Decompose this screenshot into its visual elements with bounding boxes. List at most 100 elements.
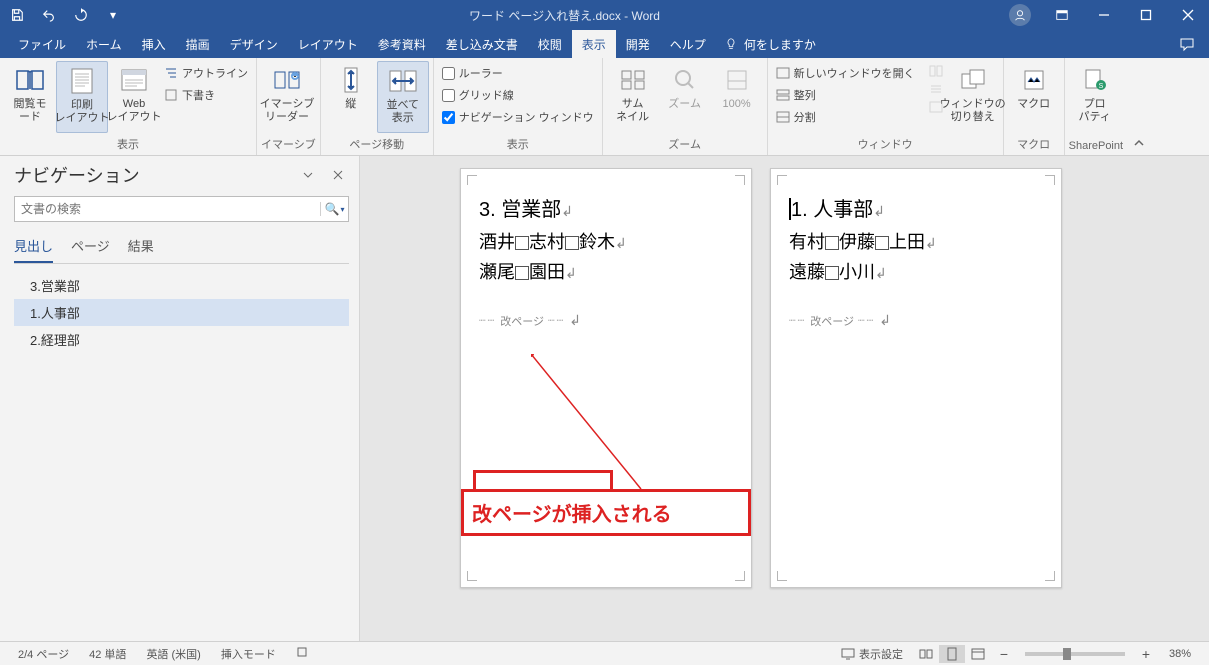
web-layout-icon	[118, 64, 150, 96]
page-2[interactable]: 1. 人事部↲ 有村伊藤上田↲ 遠藤小川↲ ┈┈改ページ┈┈ ↲	[770, 168, 1062, 588]
split-icon	[776, 111, 790, 123]
side-by-side-button[interactable]: 並べて 表示	[377, 61, 429, 133]
close-button[interactable]	[1173, 0, 1203, 30]
nav-search-input[interactable]	[15, 202, 320, 216]
gridlines-label: グリッド線	[459, 87, 514, 103]
customize-qa-icon[interactable]: ▾	[102, 4, 124, 26]
status-insert-mode[interactable]: 挿入モード	[211, 646, 286, 662]
page-1[interactable]: 3. 営業部↲ 酒井志村鈴木↲ 瀬尾園田↲ ┈┈改ページ┈┈ ↲ 改ページが挿入…	[460, 168, 752, 588]
nav-search-button[interactable]: 🔍▾	[320, 202, 348, 216]
tab-references[interactable]: 参考資料	[368, 30, 436, 58]
window-title: ワード ページ入れ替え.docx - Word	[124, 7, 1005, 24]
zoom-label: ズーム	[668, 98, 701, 111]
nav-title: ナビゲーション	[14, 162, 297, 188]
print-layout-button[interactable]: 印刷 レイアウト	[56, 61, 108, 133]
nav-dropdown-icon[interactable]	[297, 164, 319, 186]
vertical-button[interactable]: 縦	[325, 61, 377, 133]
navigation-pane-checkbox[interactable]: ナビゲーション ウィンドウ	[438, 107, 598, 127]
ribbon-display-icon[interactable]	[1047, 0, 1077, 30]
nav-tab-headings[interactable]: 見出し	[14, 232, 53, 263]
tab-layout[interactable]: レイアウト	[288, 30, 368, 58]
nav-item[interactable]: 3.営業部	[14, 272, 349, 299]
split-label: 分割	[794, 109, 816, 125]
ruler-checkbox[interactable]: ルーラー	[438, 63, 598, 83]
draft-button[interactable]: 下書き	[160, 85, 252, 105]
minimize-button[interactable]	[1089, 0, 1119, 30]
nav-close-icon[interactable]	[327, 164, 349, 186]
thumbnails-label: サム ネイル	[616, 98, 649, 124]
tab-file[interactable]: ファイル	[8, 30, 76, 58]
hundred-percent-button[interactable]: 100%	[711, 61, 763, 133]
read-mode-label: 閲覧モード	[10, 98, 50, 124]
immersive-reader-label: イマーシブ リーダー	[260, 98, 315, 124]
page1-line1: 酒井志村鈴木↲	[479, 228, 733, 254]
macros-group-label: マクロ	[1008, 134, 1060, 155]
thumbnails-button[interactable]: サム ネイル	[607, 61, 659, 133]
nav-tab-pages[interactable]: ページ	[71, 232, 110, 263]
properties-button[interactable]: S プロ パティ	[1069, 61, 1121, 133]
immersive-reader-icon	[271, 64, 303, 96]
vs-1	[925, 63, 947, 79]
collapse-ribbon-button[interactable]	[1127, 58, 1151, 155]
maximize-button[interactable]	[1131, 0, 1161, 30]
ribbon-group-show: ルーラー グリッド線 ナビゲーション ウィンドウ 表示	[434, 58, 603, 155]
views-group-label: 表示	[4, 134, 252, 155]
macro-record-icon[interactable]	[286, 646, 318, 661]
status-page[interactable]: 2/4 ページ	[8, 646, 79, 662]
nav-item[interactable]: 1.人事部	[14, 299, 349, 326]
read-mode-icon	[14, 64, 46, 96]
tab-help[interactable]: ヘルプ	[660, 30, 716, 58]
zoom-percent[interactable]: 38%	[1159, 648, 1201, 660]
zoom-out-button[interactable]: −	[991, 645, 1017, 663]
comments-icon[interactable]	[1173, 36, 1201, 52]
zoom-button[interactable]: ズーム	[659, 61, 711, 133]
view-web-icon[interactable]	[965, 645, 991, 663]
immersive-reader-button[interactable]: イマーシブ リーダー	[261, 61, 313, 133]
split-button[interactable]: 分割	[772, 107, 919, 127]
page1-heading: 3. 営業部↲	[479, 193, 733, 222]
nav-item[interactable]: 2.経理部	[14, 326, 349, 353]
vertical-label: 縦	[345, 98, 356, 111]
status-language[interactable]: 英語 (米国)	[136, 646, 210, 662]
tab-developer[interactable]: 開発	[616, 30, 660, 58]
work-area: ナビゲーション 🔍▾ 見出し ページ 結果 3.営業部 1.人事部 2.経理部 …	[0, 156, 1209, 641]
tell-me-input[interactable]: 何をしますか	[724, 36, 816, 53]
tab-view[interactable]: 表示	[572, 30, 616, 58]
display-settings[interactable]: 表示設定	[831, 646, 913, 662]
status-words[interactable]: 42 単語	[79, 646, 136, 662]
read-mode-button[interactable]: 閲覧モード	[4, 61, 56, 133]
page-move-group-label: ページ移動	[325, 134, 429, 155]
outline-button[interactable]: アウトライン	[160, 63, 252, 83]
window-controls	[1005, 0, 1203, 30]
zoom-slider[interactable]	[1025, 652, 1125, 656]
redo-icon[interactable]	[70, 4, 92, 26]
page-break-marker: ┈┈改ページ┈┈ ↲	[789, 312, 1043, 329]
new-window-label: 新しいウィンドウを開く	[794, 65, 915, 81]
tab-draw[interactable]: 描画	[176, 30, 220, 58]
side-by-side-icon	[387, 65, 419, 97]
undo-icon[interactable]	[38, 4, 60, 26]
nav-search: 🔍▾	[14, 196, 349, 222]
nav-tab-results[interactable]: 結果	[128, 232, 154, 263]
gridlines-checkbox[interactable]: グリッド線	[438, 85, 598, 105]
page1-line2: 瀬尾園田↲	[479, 258, 733, 284]
tab-insert[interactable]: 挿入	[132, 30, 176, 58]
tab-mailings[interactable]: 差し込み文書	[436, 30, 528, 58]
view-print-icon[interactable]	[939, 645, 965, 663]
zoom-icon	[669, 64, 701, 96]
document-canvas[interactable]: 3. 営業部↲ 酒井志村鈴木↲ 瀬尾園田↲ ┈┈改ページ┈┈ ↲ 改ページが挿入…	[360, 156, 1209, 641]
web-layout-button[interactable]: Web レイアウト	[108, 61, 160, 133]
switch-windows-button[interactable]: ウィンドウの 切り替え	[947, 61, 999, 133]
tab-review[interactable]: 校閲	[528, 30, 572, 58]
save-icon[interactable]	[6, 4, 28, 26]
arrange-icon	[776, 89, 790, 101]
macros-button[interactable]: マクロ	[1008, 61, 1060, 133]
zoom-in-button[interactable]: +	[1133, 645, 1159, 663]
new-window-button[interactable]: 新しいウィンドウを開く	[772, 63, 919, 83]
new-window-icon	[776, 67, 790, 79]
tab-design[interactable]: デザイン	[220, 30, 288, 58]
tab-home[interactable]: ホーム	[76, 30, 132, 58]
view-read-icon[interactable]	[913, 645, 939, 663]
arrange-all-button[interactable]: 整列	[772, 85, 919, 105]
account-icon[interactable]	[1005, 0, 1035, 30]
